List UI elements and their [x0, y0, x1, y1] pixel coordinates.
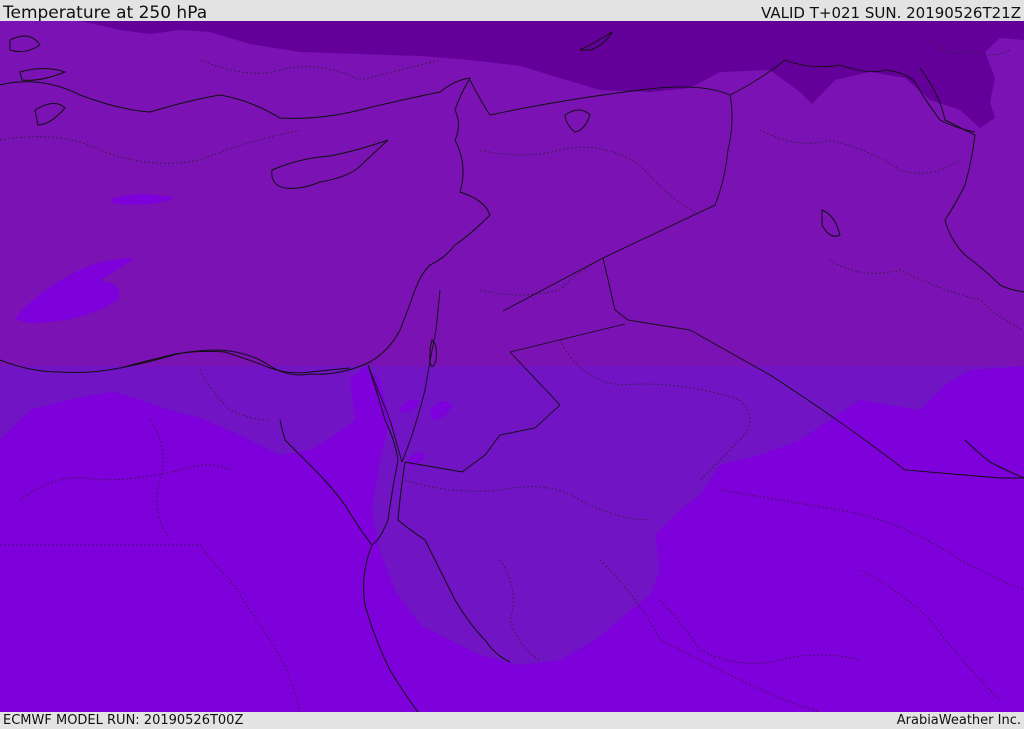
temperature-map — [0, 21, 1024, 712]
model-run-text: ECMWF MODEL RUN: 20190526T00Z — [3, 713, 244, 728]
credit-text: ArabiaWeather Inc. — [896, 713, 1021, 728]
footer-bar: ECMWF MODEL RUN: 20190526T00Z ArabiaWeat… — [0, 712, 1024, 729]
map-title: Temperature at 250 hPa — [3, 3, 208, 23]
header-bar: Temperature at 250 hPa VALID T+021 SUN. … — [0, 0, 1024, 23]
